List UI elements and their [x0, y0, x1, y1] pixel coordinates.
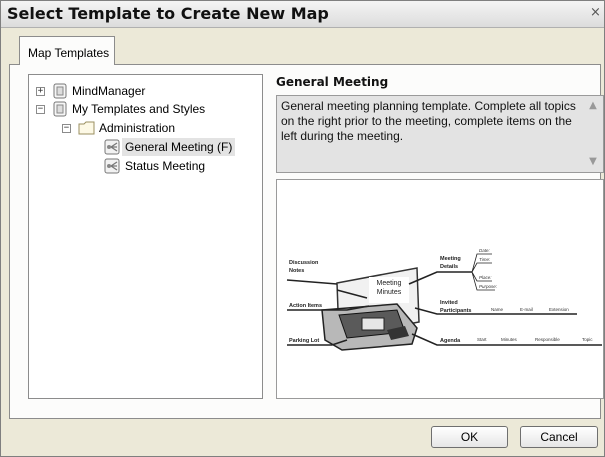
topic-parking-lot: Parking Lot: [289, 338, 319, 344]
template-preview: Meeting Minutes Discussion Notes Action …: [276, 179, 604, 399]
tree-item-general-meeting[interactable]: General Meeting (F): [29, 138, 262, 156]
template-description: General meeting planning template. Compl…: [281, 99, 576, 143]
title-bar[interactable]: Select Template to Create New Map ×: [1, 1, 604, 28]
topic-discussion-notes-2: Notes: [289, 268, 304, 274]
subtopic-responsible: Responsible: [535, 337, 560, 342]
subtopic-place: Place:: [479, 275, 492, 280]
scroll-up-icon[interactable]: ▲: [586, 99, 600, 113]
cancel-button[interactable]: Cancel: [520, 426, 598, 448]
scroll-down-icon[interactable]: ▼: [586, 155, 600, 169]
tab-panel: + MindManager − My Templates and Styles …: [9, 64, 604, 419]
tree-item-administration[interactable]: − Administration: [29, 119, 262, 137]
dialog-window: Select Template to Create New Map × Map …: [0, 0, 605, 457]
map-template-icon: [104, 158, 120, 174]
tree-item-mindmanager[interactable]: + MindManager: [29, 82, 262, 100]
subtopic-minutes: Minutes: [501, 337, 518, 342]
expand-icon[interactable]: +: [36, 87, 45, 96]
template-title: General Meeting: [276, 75, 389, 89]
topic-meeting-details-1: Meeting: [440, 256, 461, 262]
tree-item-my-templates[interactable]: − My Templates and Styles: [29, 100, 262, 118]
tree-item-label: General Meeting (F): [122, 138, 236, 156]
subtopic-purpose: Purpose:: [479, 284, 498, 289]
template-library-icon: [53, 83, 67, 99]
topic-invited-participants-2: Participants: [440, 308, 471, 314]
topic-discussion-notes-1: Discussion: [289, 260, 319, 266]
window-title: Select Template to Create New Map: [7, 4, 329, 23]
collapse-icon[interactable]: −: [36, 105, 45, 114]
tab-map-templates[interactable]: Map Templates: [19, 36, 115, 65]
subtopic-topic: Topic: [582, 337, 593, 342]
mind-map-preview: Meeting Minutes Discussion Notes Action …: [286, 248, 602, 351]
ok-button[interactable]: OK: [431, 426, 508, 448]
subtopic-extension: Extension: [549, 307, 569, 312]
template-description-box[interactable]: General meeting planning template. Compl…: [276, 95, 604, 173]
central-topic-line2: Minutes: [377, 289, 402, 296]
tree-item-status-meeting[interactable]: Status Meeting: [29, 157, 262, 175]
template-library-icon: [53, 101, 67, 117]
close-icon[interactable]: ×: [590, 6, 600, 20]
tree-item-label: My Templates and Styles: [72, 102, 206, 116]
subtopic-email: E-mail: [520, 307, 533, 312]
subtopic-name: Name: [491, 307, 504, 312]
subtopic-date: Date:: [479, 248, 491, 253]
topic-action-items: Action Items: [289, 303, 322, 309]
central-topic-line1: Meeting: [377, 280, 402, 287]
subtopic-time: Time:: [479, 257, 491, 262]
topic-invited-participants-1: Invited: [440, 300, 458, 306]
topic-agenda: Agenda: [440, 338, 461, 344]
folder-icon: [78, 121, 95, 135]
collapse-icon[interactable]: −: [62, 124, 71, 133]
tree-item-label: Status Meeting: [125, 159, 206, 173]
tree-item-label: MindManager: [72, 84, 146, 98]
topic-meeting-details-2: Details: [440, 264, 458, 270]
map-template-icon: [104, 139, 120, 155]
tree-item-label: Administration: [99, 121, 176, 135]
template-tree[interactable]: + MindManager − My Templates and Styles …: [28, 74, 263, 399]
subtopic-start: Start: [477, 337, 487, 342]
